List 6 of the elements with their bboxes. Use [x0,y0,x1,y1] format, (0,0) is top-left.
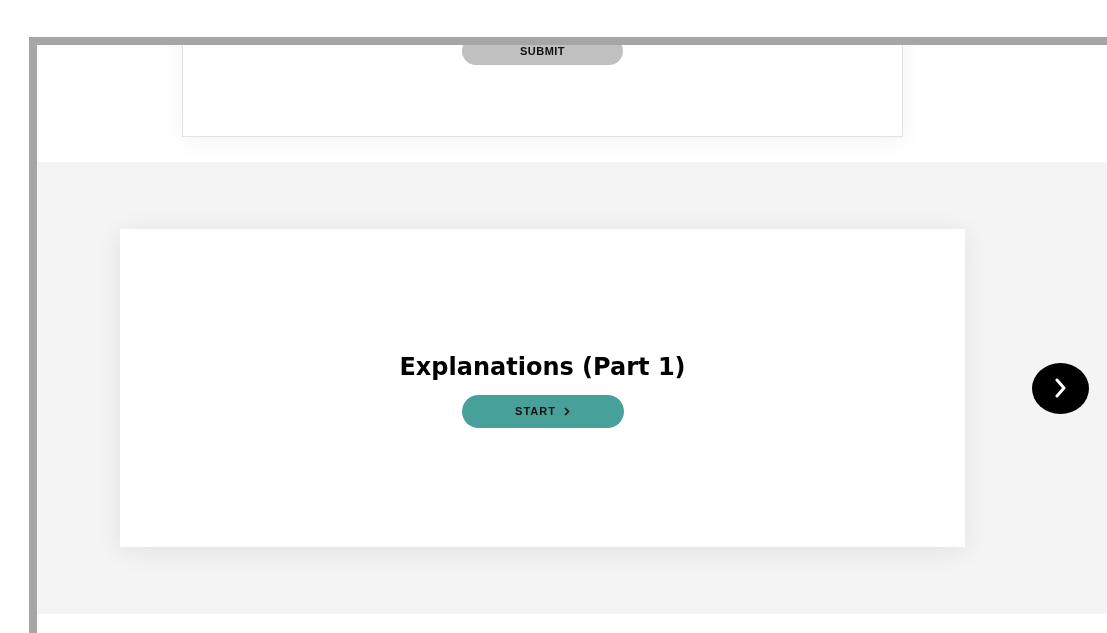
chevron-right-icon [563,406,570,416]
start-button[interactable]: START [461,394,624,428]
lesson-title: Explanations (Part 1) [399,352,686,381]
chevron-right-icon [1054,378,1067,398]
submit-button[interactable]: SUBMIT [462,45,623,65]
next-button[interactable] [1032,362,1089,414]
